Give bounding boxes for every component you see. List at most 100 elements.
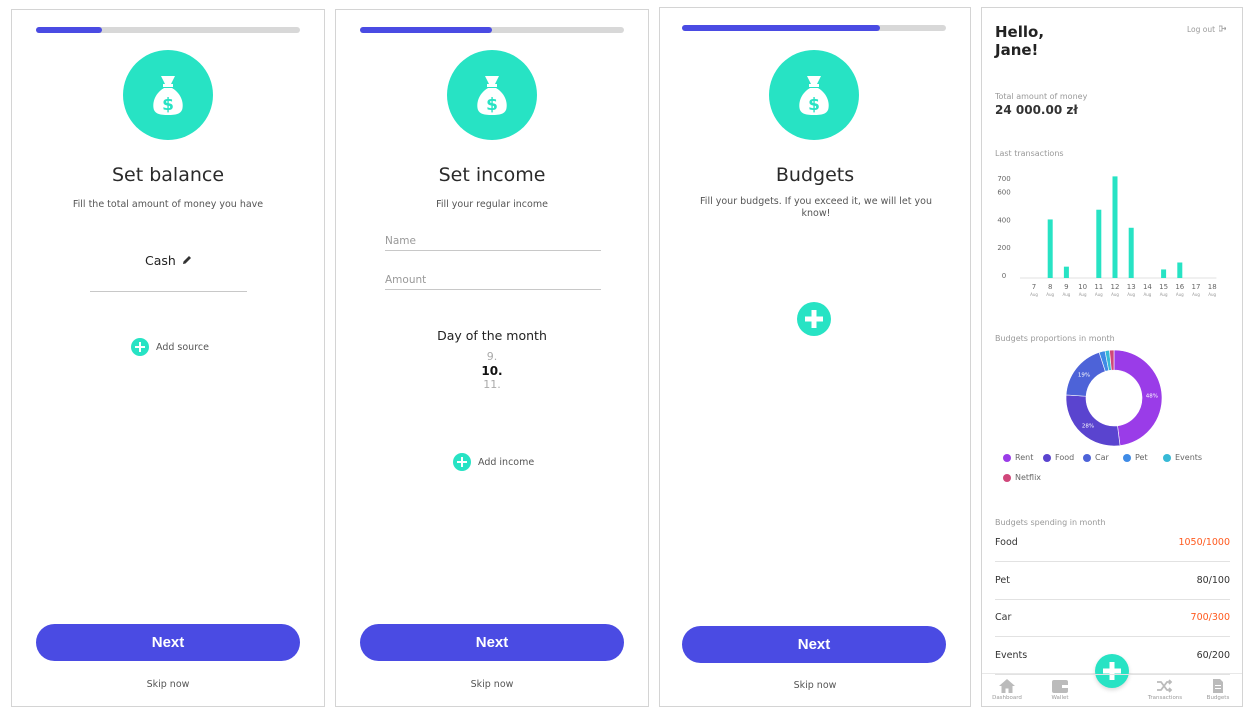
slice-label: 19% [1078,373,1090,379]
budget-value: 700/300 [1190,612,1230,623]
transactions-bar-chart: 02004006007007Aug8Aug9Aug10Aug11Aug12Aug… [997,175,1217,297]
legend-label: Car [1095,453,1109,462]
income-name-field[interactable]: Name [385,235,601,251]
legend-item: Pet [1123,453,1163,462]
y-tick-label: 600 [997,189,1010,197]
svg-text:$: $ [486,95,498,115]
next-button[interactable]: Next [682,626,946,663]
svg-text:$: $ [162,95,174,115]
balance-source[interactable]: Cash [145,253,192,268]
skip-link[interactable]: Skip now [660,680,970,691]
total-money-label: Total amount of money [995,92,1088,101]
x-tick-sublabel: Aug [1143,292,1151,297]
day-of-month-label: Day of the month [437,328,547,343]
dashboard-screen: Hello, Jane! Log out Total amount of mon… [981,7,1243,707]
day-option[interactable]: 11. [336,378,648,392]
logout-link[interactable]: Log out [1187,25,1227,34]
add-source-label: Add source [156,341,209,353]
income-amount-field[interactable]: Amount [385,274,601,290]
x-tick-label: 14 [1143,283,1152,291]
progress-fill [682,25,880,31]
x-tick-sublabel: Aug [1192,292,1200,297]
x-tick-sublabel: Aug [1111,292,1119,297]
budget-row[interactable]: Food 1050/1000 [995,537,1230,562]
x-tick-label: 15 [1159,283,1168,291]
day-option[interactable]: 9. [336,350,648,364]
next-button[interactable]: Next [36,624,300,661]
legend-item: Netflix [1003,473,1043,482]
skip-link[interactable]: Skip now [336,679,648,690]
legend-swatch [1043,453,1051,462]
add-income-label: Add income [478,456,535,468]
x-tick-label: 9 [1064,283,1068,291]
next-button[interactable]: Next [360,624,624,661]
page-subtitle: Fill your regular income [436,199,548,210]
tab-transactions[interactable]: Transactions [1145,679,1185,701]
page-subtitle: Fill the total amount of money you have [72,199,264,210]
budget-value: 1050/1000 [1178,537,1230,548]
x-tick-label: 13 [1127,283,1136,291]
plus-icon [131,338,149,356]
budget-row[interactable]: Pet 80/100 [995,575,1230,600]
add-budget-button[interactable] [797,302,831,336]
legend-label: Pet [1135,453,1148,462]
budget-name: Pet [995,574,1010,586]
budgets-donut-chart: 48% 28% 19% [1065,349,1163,447]
balance-input-line[interactable] [90,291,247,292]
tab-budgets[interactable]: Budgets [1198,679,1238,701]
donut-legend: Rent Food Car Pet Events Netflix [1003,453,1233,493]
legend-swatch [1083,453,1091,462]
add-source-button[interactable]: Add source [131,338,209,356]
tab-label: Dashboard [992,695,1022,701]
budget-name: Events [995,649,1028,661]
slice-label: 28% [1082,424,1094,430]
tab-wallet[interactable]: Wallet [1040,679,1080,701]
progress-bar [360,27,624,33]
x-tick-sublabel: Aug [1127,292,1135,297]
page-title: Set balance [111,164,225,186]
legend-item: Car [1083,453,1123,462]
slice-label: 48% [1146,394,1158,400]
budget-row[interactable]: Car 700/300 [995,612,1230,637]
bar [1112,176,1118,278]
shuffle-icon [1157,679,1173,693]
skip-link[interactable]: Skip now [12,679,324,690]
legend-item: Events [1163,453,1203,462]
money-bag-icon: $ [769,50,859,140]
progress-fill [360,27,492,33]
progress-bar [36,27,300,33]
day-option-selected[interactable]: 10. [336,364,648,378]
page-subtitle: Fill your budgets. If you exceed it, we … [700,196,932,219]
x-tick-label: 10 [1078,283,1087,291]
day-picker[interactable]: 9. 10. 11. [336,350,648,392]
legend-item: Food [1043,453,1083,462]
x-tick-sublabel: Aug [1208,292,1216,297]
budget-row[interactable]: Events 60/200 [995,650,1230,675]
x-tick-sublabel: Aug [1062,292,1070,297]
budget-name: Food [995,537,1018,548]
pencil-icon[interactable] [182,253,192,268]
y-tick-label: 400 [997,216,1010,224]
legend-swatch [1003,453,1011,462]
total-money-value: 24 000.00 zł [995,103,1078,117]
document-icon [1213,679,1223,693]
greeting: Hello, Jane! [995,23,1045,59]
legend-label: Food [1055,453,1075,462]
legend-swatch [1163,453,1171,462]
budget-value: 80/100 [1196,574,1230,586]
x-tick-label: 8 [1048,283,1052,291]
x-tick-label: 7 [1032,283,1036,291]
onboarding-budgets-screen: $ Budgets Fill your budgets. If you exce… [659,7,971,707]
x-tick-label: 18 [1208,283,1217,291]
page-title: Budgets [775,164,855,186]
tab-dashboard[interactable]: Dashboard [987,679,1027,701]
x-tick-sublabel: Aug [1160,292,1168,297]
add-income-button[interactable]: Add income [453,453,534,471]
onboarding-set-balance-screen: $ Set balance Fill the total amount of m… [11,9,325,707]
svg-text:$: $ [808,95,820,115]
y-tick-label: 700 [997,175,1010,183]
plus-icon [805,310,823,328]
budget-value: 60/200 [1196,649,1230,661]
x-tick-sublabel: Aug [1176,292,1184,297]
x-tick-sublabel: Aug [1095,292,1103,297]
